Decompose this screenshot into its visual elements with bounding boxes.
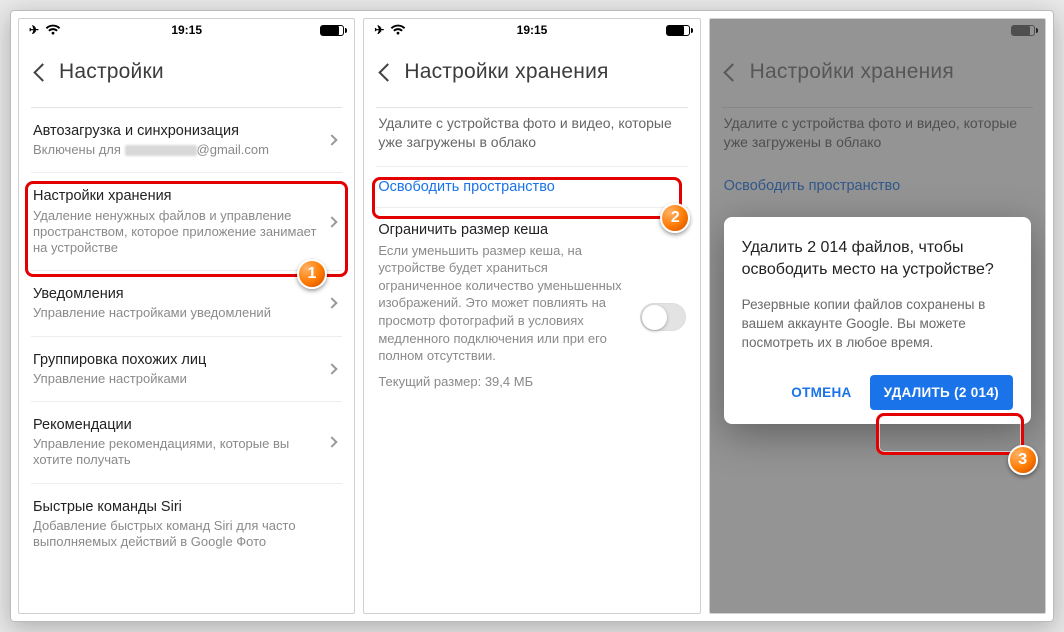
wifi-icon bbox=[390, 24, 406, 36]
chevron-right-icon bbox=[327, 135, 338, 146]
row-subtitle: Управление настройками bbox=[33, 371, 318, 387]
chevron-right-icon bbox=[327, 363, 338, 374]
airplane-mode-icon: ✈ bbox=[374, 23, 384, 37]
row-recommendations[interactable]: Рекомендации Управление рекомендациями, … bbox=[31, 402, 342, 484]
limit-cache-title: Ограничить размер кеша bbox=[376, 208, 687, 242]
row-siri-shortcuts[interactable]: Быстрые команды Siri Добавление быстрых … bbox=[31, 484, 342, 565]
row-notifications[interactable]: Уведомления Управление настройками уведо… bbox=[31, 271, 342, 336]
row-title: Быстрые команды Siri bbox=[33, 498, 330, 516]
row-title: Рекомендации bbox=[33, 416, 318, 434]
intro-text: Удалите с устройства фото и видео, котор… bbox=[376, 108, 687, 166]
free-up-space-button[interactable]: Освободить пространство bbox=[376, 166, 687, 208]
dialog-heading: Удалить 2 014 файлов, чтобы освободить м… bbox=[742, 237, 1013, 280]
delete-confirm-dialog: Удалить 2 014 файлов, чтобы освободить м… bbox=[724, 217, 1031, 424]
row-face-grouping[interactable]: Группировка похожих лиц Управление настр… bbox=[31, 337, 342, 402]
back-button[interactable] bbox=[370, 55, 404, 89]
row-subtitle: Включены для @gmail.com bbox=[33, 142, 318, 158]
chevron-right-icon bbox=[327, 216, 338, 227]
row-autosync[interactable]: Автозагрузка и синхронизация Включены дл… bbox=[31, 108, 342, 173]
dialog-actions: ОТМЕНА УДАЛИТЬ (2 014) bbox=[742, 375, 1013, 410]
back-button[interactable] bbox=[25, 55, 59, 89]
page-title: Настройки хранения bbox=[404, 60, 608, 84]
page-title: Настройки bbox=[59, 60, 164, 84]
current-cache-size: Текущий размер: 39,4 МБ bbox=[376, 373, 687, 399]
battery-icon bbox=[666, 25, 690, 36]
status-bar: ✈ 19:15 bbox=[19, 19, 354, 41]
three-screenshot-stage: ✈ 19:15 Настройки Автозагрузка и синхрон… bbox=[10, 10, 1054, 622]
row-subtitle: Управление рекомендациями, которые вы хо… bbox=[33, 436, 318, 469]
nav-header: Настройки хранения bbox=[364, 41, 699, 107]
screen-1-settings: ✈ 19:15 Настройки Автозагрузка и синхрон… bbox=[18, 18, 355, 614]
delete-confirm-button[interactable]: УДАЛИТЬ (2 014) bbox=[870, 375, 1013, 410]
limit-cache-toggle[interactable] bbox=[640, 303, 686, 331]
row-storage-settings[interactable]: Настройки хранения Удаление ненужных фай… bbox=[31, 173, 342, 271]
limit-cache-description: Если уменьшить размер кеша, на устройств… bbox=[376, 242, 687, 373]
chevron-right-icon bbox=[327, 298, 338, 309]
cancel-button[interactable]: ОТМЕНА bbox=[781, 375, 861, 410]
row-title: Уведомления bbox=[33, 285, 318, 303]
redacted-text bbox=[125, 145, 197, 156]
status-time: 19:15 bbox=[364, 23, 699, 37]
row-title: Автозагрузка и синхронизация bbox=[33, 122, 318, 140]
chevron-left-icon bbox=[33, 63, 51, 81]
row-subtitle: Управление настройками уведомлений bbox=[33, 305, 318, 321]
battery-icon bbox=[320, 25, 344, 36]
screen-3-confirm-dialog: Настройки хранения Удалите с устройства … bbox=[709, 18, 1046, 614]
chevron-right-icon bbox=[327, 437, 338, 448]
row-subtitle: Удаление ненужных файлов и управление пр… bbox=[33, 208, 318, 257]
screen-2-storage-settings: ✈ 19:15 Настройки хранения Удалите с уст… bbox=[363, 18, 700, 614]
airplane-mode-icon: ✈ bbox=[29, 23, 39, 37]
row-subtitle: Добавление быстрых команд Siri для часто… bbox=[33, 518, 330, 551]
status-bar: ✈ 19:15 bbox=[364, 19, 699, 41]
row-title: Настройки хранения bbox=[33, 187, 318, 205]
row-title: Группировка похожих лиц bbox=[33, 351, 318, 369]
dialog-body: Резервные копии файлов сохранены в вашем… bbox=[742, 296, 1013, 353]
chevron-left-icon bbox=[378, 63, 396, 81]
nav-header: Настройки bbox=[19, 41, 354, 107]
status-time: 19:15 bbox=[19, 23, 354, 37]
wifi-icon bbox=[45, 24, 61, 36]
